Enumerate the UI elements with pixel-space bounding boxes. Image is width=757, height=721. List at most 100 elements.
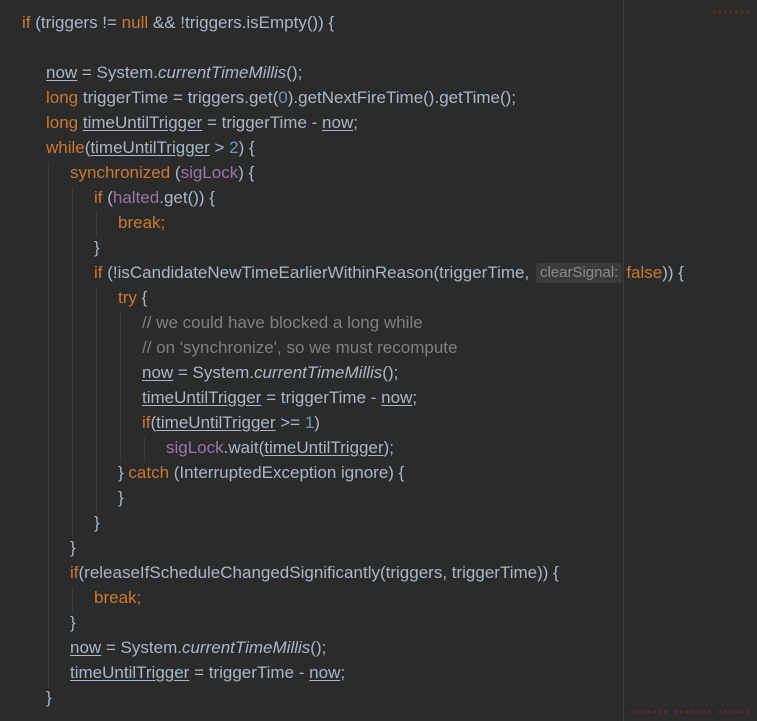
code-token: long <box>46 88 79 107</box>
code-token: if <box>94 263 103 282</box>
code-line[interactable]: synchronized (sigLock) { <box>70 160 254 185</box>
code-token: currentTimeMillis <box>157 63 287 82</box>
code-token: } <box>118 463 129 482</box>
code-token: currentTimeMillis <box>253 363 383 382</box>
indent-guide <box>96 212 97 237</box>
code-line[interactable]: // we could have blocked a long while <box>142 310 423 335</box>
code-token: try <box>118 288 137 307</box>
code-line[interactable]: } <box>70 535 76 560</box>
code-token: sigLock <box>180 163 239 182</box>
code-token: if <box>70 563 79 582</box>
code-token: timeUntilTrigger <box>264 438 384 457</box>
code-line[interactable]: now = System.currentTimeMillis(); <box>70 635 326 660</box>
code-line[interactable]: } <box>94 235 100 260</box>
code-line[interactable]: } <box>118 485 124 510</box>
code-token: ) { <box>238 138 255 157</box>
code-token: && !triggers.isEmpty()) { <box>148 13 335 32</box>
code-token: )) { <box>662 263 684 282</box>
code-token: } <box>94 513 100 532</box>
code-token: ( <box>170 163 181 182</box>
code-token: ( <box>102 188 113 207</box>
code-token: 0 <box>278 88 288 107</box>
code-token: >= <box>275 413 305 432</box>
code-line[interactable]: if(releaseIfScheduleChangedSignificantly… <box>70 560 559 585</box>
indent-guide <box>48 162 49 687</box>
code-token: timeUntilTrigger <box>142 388 262 407</box>
code-token: > <box>209 138 230 157</box>
code-token: if <box>94 188 103 207</box>
code-token: break; <box>94 588 142 607</box>
code-token: // we could have blocked a long while <box>142 313 423 332</box>
code-token: now <box>46 63 78 82</box>
code-token: ) { <box>238 163 255 182</box>
code-token: (); <box>286 63 303 82</box>
code-token: } <box>118 488 124 507</box>
code-token: // on 'synchronize', so we must recomput… <box>142 338 458 357</box>
code-token: sigLock <box>166 438 224 457</box>
watermark-top: ▪▪▪▪▪▪▪ <box>711 4 751 19</box>
code-token: if <box>142 413 151 432</box>
code-token: now <box>309 663 341 682</box>
code-line[interactable]: break; <box>118 210 165 235</box>
code-token: currentTimeMillis <box>181 638 311 657</box>
code-line[interactable]: break; <box>94 585 141 610</box>
code-token: timeUntilTrigger <box>90 138 210 157</box>
code-line[interactable]: } <box>70 610 76 635</box>
indent-guide <box>144 437 145 462</box>
code-token: now <box>322 113 354 132</box>
code-line[interactable]: } <box>46 685 52 710</box>
code-line[interactable]: // on 'synchronize', so we must recomput… <box>142 335 457 360</box>
code-line[interactable]: now = System.currentTimeMillis(); <box>142 360 398 385</box>
code-token: ).getNextFireTime().getTime(); <box>287 88 517 107</box>
code-token: = System. <box>173 363 254 382</box>
code-line[interactable]: now = System.currentTimeMillis(); <box>46 60 302 85</box>
code-token: timeUntilTrigger <box>70 663 190 682</box>
code-token: = triggerTime - <box>189 663 310 682</box>
code-line[interactable]: if (triggers != null && !triggers.isEmpt… <box>22 10 334 35</box>
code-token: now <box>381 388 413 407</box>
parameter-hint: clearSignal: <box>535 263 623 283</box>
code-token: while <box>46 138 85 157</box>
code-token: (); <box>382 363 399 382</box>
code-token: synchronized <box>70 163 171 182</box>
code-token: = System. <box>77 63 158 82</box>
code-line[interactable]: timeUntilTrigger = triggerTime - now; <box>70 660 345 685</box>
code-line[interactable]: timeUntilTrigger = triggerTime - now; <box>142 385 417 410</box>
indent-guide <box>72 187 73 537</box>
indent-guide <box>96 287 97 512</box>
code-token: } <box>46 688 52 707</box>
code-token: now <box>70 638 102 657</box>
code-token: ; <box>340 663 346 682</box>
code-token: catch <box>128 463 170 482</box>
code-token: } <box>70 613 76 632</box>
code-line[interactable]: if(timeUntilTrigger >= 1) <box>142 410 320 435</box>
code-token: timeUntilTrigger <box>156 413 276 432</box>
code-token: ) <box>314 413 320 432</box>
code-token: break; <box>118 213 166 232</box>
code-token: null <box>121 13 149 32</box>
indent-guide <box>72 587 73 612</box>
code-line[interactable]: long timeUntilTrigger = triggerTime - no… <box>46 110 358 135</box>
code-line[interactable]: sigLock.wait(timeUntilTrigger); <box>166 435 394 460</box>
code-line[interactable]: } <box>94 510 100 535</box>
code-line[interactable]: while(timeUntilTrigger > 2) { <box>46 135 255 160</box>
code-token: = triggerTime - <box>261 388 382 407</box>
code-token: triggerTime = triggers.get( <box>78 88 279 107</box>
code-line[interactable]: } catch (InterruptedException ignore) { <box>118 460 404 485</box>
code-line[interactable]: long triggerTime = triggers.get(0).getNe… <box>46 85 516 110</box>
code-token: halted <box>112 188 160 207</box>
code-token: (releaseIfScheduleChangedSignificantly(t… <box>78 563 559 582</box>
code-token: if <box>22 13 31 32</box>
code-line[interactable]: try { <box>118 285 147 310</box>
code-line[interactable]: if (!isCandidateNewTimeEarlierWithinReas… <box>94 260 684 285</box>
code-token: ; <box>412 388 418 407</box>
code-token: (triggers != <box>30 13 122 32</box>
code-token: timeUntilTrigger <box>82 113 203 132</box>
code-token: now <box>142 363 174 382</box>
code-token: ); <box>383 438 394 457</box>
watermark-bottom: ▪▪▪▪▪▪▪ ▪▪▪▪▪▪▪ ▪▪▪▪▪▪ <box>629 704 751 719</box>
code-token: { <box>136 288 148 307</box>
code-editor[interactable]: if (triggers != null && !triggers.isEmpt… <box>0 0 757 721</box>
code-token: .get()) { <box>159 188 215 207</box>
code-line[interactable]: if (halted.get()) { <box>94 185 215 210</box>
